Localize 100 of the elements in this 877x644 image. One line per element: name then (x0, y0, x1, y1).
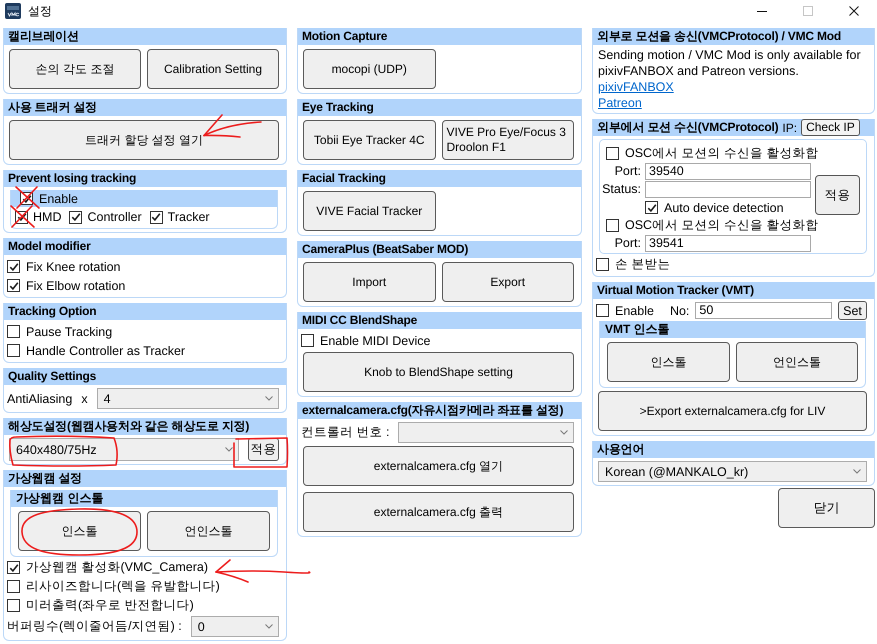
dropdown[interactable]: 4 (96, 388, 279, 409)
group-title: Model modifier (8, 238, 91, 255)
checkbox[interactable] (7, 325, 20, 338)
group-title: 사용언어 (597, 441, 644, 458)
subgroup-title: VMT 인스톨 (605, 321, 670, 338)
group-title: 외부에서 모션 수신(VMCProtocol) (597, 119, 778, 136)
group-title: 해상도설정(웹캠사용처와 같은 해상도로 지정) (8, 418, 250, 435)
multiplier-label: x (81, 392, 88, 406)
group-title: 외부로 모션을 송신(VMCProtocol) / VMC Mod (597, 28, 842, 45)
button[interactable]: externalcamera.cfg 출력 (303, 492, 574, 532)
link[interactable]: Patreon (598, 96, 642, 110)
group-title: MIDI CC BlendShape (302, 312, 418, 329)
text-field[interactable] (645, 181, 811, 198)
chevron-icon (265, 396, 273, 401)
checkbox[interactable] (301, 334, 314, 347)
chevron-icon (225, 447, 233, 452)
chevron-icon (853, 469, 861, 474)
checkbox[interactable] (606, 147, 619, 160)
checkbox-label: Tracker (168, 210, 210, 224)
checkbox-label: 가상웹캠 활성화(VMC_Camera) (26, 559, 208, 576)
button[interactable]: 인스톨 (18, 511, 141, 551)
field-label: 버퍼링수(렉이줄어듬/지연됨) : (7, 618, 182, 635)
group-title: Virtual Motion Tracker (VMT) (597, 282, 754, 299)
dropdown[interactable]: 640x480/75Hz (9, 438, 239, 461)
button[interactable]: 손의 각도 조절 (9, 49, 141, 89)
check-icon (8, 562, 18, 572)
check-ip-button[interactable]: Check IP (801, 119, 860, 136)
checkbox[interactable] (7, 279, 20, 292)
button[interactable]: mocopi (UDP) (303, 49, 436, 89)
checkbox-label: Pause Tracking (26, 324, 112, 338)
checkbox-label: Enable (615, 304, 654, 318)
button[interactable]: 인스톨 (607, 342, 730, 382)
group-title: Motion Capture (302, 28, 388, 45)
check-icon (70, 212, 81, 222)
checkbox[interactable] (596, 258, 609, 271)
checkbox[interactable] (596, 304, 609, 317)
button[interactable]: Knob to BlendShape setting (303, 352, 574, 392)
checkbox[interactable] (7, 599, 20, 612)
checkbox-label: Enable (39, 192, 78, 206)
checkbox-label: Auto device detection (664, 200, 784, 214)
window-title: 설정 (28, 2, 52, 20)
group-title: Prevent losing tracking (8, 170, 136, 187)
group-title: Facial Tracking (302, 170, 386, 187)
button[interactable]: Export (442, 262, 574, 302)
checkbox[interactable] (7, 561, 20, 574)
checkbox[interactable] (7, 580, 20, 593)
group-title: 사용 트래커 설정 (8, 99, 97, 116)
checkbox[interactable] (7, 344, 20, 357)
apply-button[interactable]: 적용 (248, 438, 279, 461)
checkbox[interactable] (150, 210, 163, 224)
group-title: Quality Settings (8, 368, 96, 385)
link[interactable]: pixivFANBOX (598, 80, 674, 94)
button[interactable]: 언인스톨 (736, 342, 858, 382)
checkbox[interactable] (606, 219, 619, 232)
button[interactable]: >Export externalcamera.cfg for LIV (598, 391, 867, 431)
text-field[interactable]: 39540 (645, 163, 811, 180)
checkbox-label: OSC에서 모션의 수신을 활성화합 (625, 145, 819, 162)
close-button[interactable]: 닫기 (778, 488, 875, 528)
checkbox-label: 손 본받는 (615, 256, 670, 273)
app-icon (5, 3, 21, 19)
checkbox-label: 미러출력(좌우로 반전합니다) (26, 597, 194, 614)
close-icon (849, 6, 859, 16)
checkbox-label: Fix Knee rotation (26, 260, 120, 274)
button[interactable]: Tobii Eye Tracker 4C (303, 120, 436, 160)
group-title: Eye Tracking (302, 99, 374, 116)
text-field[interactable]: 50 (695, 302, 832, 319)
dropdown[interactable]: 0 (190, 616, 279, 637)
button[interactable]: Import (303, 262, 436, 302)
button[interactable]: 트래커 할당 설정 열기 (9, 120, 279, 160)
check-icon (646, 202, 656, 212)
checkbox-label: Handle Controller as Tracker (26, 344, 186, 358)
button[interactable]: 언인스톨 (147, 511, 270, 551)
field-label: 컨트롤러 번호 : (301, 424, 390, 441)
checkbox[interactable] (7, 260, 20, 273)
field-label: Status: (602, 181, 641, 198)
checkbox[interactable] (645, 201, 658, 214)
group-title: 캘리브레이션 (8, 28, 79, 45)
checkbox-label: 리사이즈합니다(렉을 유발합니다) (26, 578, 220, 595)
check-icon (151, 212, 162, 222)
apply-button[interactable]: 적용 (815, 175, 860, 215)
group-title: 가상웹캠 설정 (8, 470, 82, 487)
dropdown[interactable]: Korean (@MANKALO_kr) (598, 461, 867, 482)
group-title: externalcamera.cfg(자유시점카메라 좌표를 설정) (302, 402, 564, 419)
checkbox-label: Fix Elbow rotation (26, 278, 126, 292)
chevron-icon (560, 430, 568, 435)
text-field[interactable]: 39541 (645, 235, 811, 252)
field-label: Port: (614, 235, 641, 252)
checkbox[interactable] (69, 210, 82, 224)
set-button[interactable]: Set (838, 301, 867, 320)
button[interactable]: VIVE Pro Eye/Focus 3 Droolon F1 (442, 120, 574, 160)
subgroup-title: 가상웹캠 인스톨 (16, 490, 104, 507)
button[interactable]: VIVE Facial Tracker (303, 191, 436, 231)
button[interactable]: Calibration Setting (147, 49, 279, 89)
button[interactable]: externalcamera.cfg 열기 (303, 446, 574, 486)
group-title: Tracking Option (8, 303, 96, 320)
checkbox-label: OSC에서 모션의 수신을 활성화합 (625, 217, 819, 234)
maximize-icon (803, 6, 813, 16)
chevron-icon (265, 624, 273, 629)
field-label: No: (670, 304, 690, 318)
ip-label: IP: (782, 120, 798, 134)
